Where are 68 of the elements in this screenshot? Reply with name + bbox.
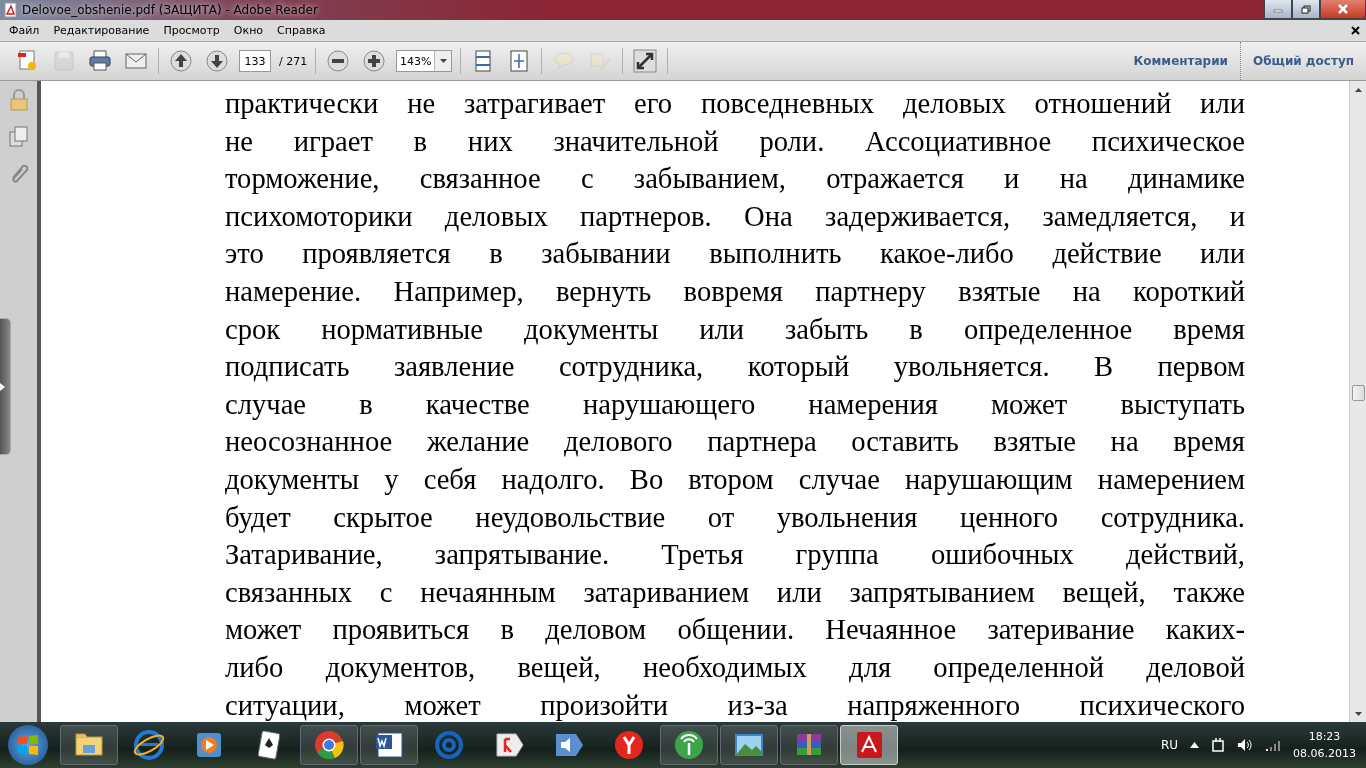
text-line: случае в качестве нарушающего намерения может выступать [225, 387, 1245, 422]
text-line: срок нормативные документы или забыть в определенное время [225, 312, 1245, 347]
start-button[interactable] [8, 725, 48, 765]
chrome-icon [312, 728, 346, 762]
text-line: неосознанное желание делового партнера оставить взятые на время [225, 425, 1245, 460]
panel-handle[interactable] [0, 318, 11, 455]
text-line: не играет в них значительной роли. Ассоциативное психическое [225, 124, 1245, 159]
text-line: торможение, связанное с забыванием, отражается и на динамике [225, 162, 1245, 197]
e-logo-icon [132, 728, 166, 762]
text-line: намерение. Например, вернуть вовремя партнеру взятые на короткий [225, 274, 1245, 309]
text-line: ситуации, может произойти из-за напряженного психического [225, 688, 1245, 722]
restore-icon [1301, 4, 1311, 14]
text-line: документы у себя надолго. Во втором случае нарушающим намерением [225, 462, 1245, 497]
antenna-icon [672, 728, 706, 762]
zoom-dropdown[interactable]: 143% [396, 50, 453, 72]
menu-item[interactable]: Просмотр [156, 24, 227, 37]
caret-icon [439, 59, 447, 63]
menu-item[interactable]: Файл [2, 24, 47, 37]
taskbar-button[interactable] [300, 725, 358, 765]
text-line: будет скрытое неудовольствие от увольнения ценного сотрудника. [225, 500, 1245, 535]
minus-icon [326, 49, 351, 73]
text-line: либо документов, вещей, необходимых для определенной деловой [225, 650, 1245, 685]
taskbar-button[interactable] [360, 725, 418, 765]
plus-icon [362, 49, 387, 73]
text-line: подписать заявление сотрудника, который увольняется. В первом [225, 350, 1245, 385]
full-screen-button[interactable] [631, 47, 660, 75]
minimize-button[interactable] [1264, 0, 1292, 19]
close-button[interactable] [1320, 0, 1366, 19]
text-line: может проявиться в деловом общении. Нечаянное затеривание каких- [225, 613, 1245, 648]
text-line: это проявляется в забывании выполнить какое-либо действие или [225, 237, 1245, 272]
menu-item[interactable]: Окно [226, 24, 271, 37]
taskbar-button[interactable] [720, 725, 778, 765]
pdf-file-icon [4, 2, 18, 18]
previous-page-button[interactable] [167, 47, 195, 75]
clock[interactable]: 18:23 08.06.2013 [1293, 728, 1356, 762]
next-page-button[interactable] [203, 47, 231, 75]
language-indicator[interactable]: RU [1160, 738, 1178, 752]
scrollbar[interactable] [1349, 81, 1366, 722]
expand-icon [633, 49, 658, 73]
triangle-right-icon [0, 382, 5, 391]
up-triangle-icon[interactable] [1190, 742, 1199, 748]
toolbar-link[interactable]: Комментарии [1121, 42, 1241, 80]
text-line: психомоторики деловых партнеров. Она задерживается, замедляется, и [225, 199, 1245, 234]
menu-item[interactable]: Справка [270, 24, 333, 37]
at-sign-icon [432, 728, 466, 762]
close-icon [1337, 4, 1349, 14]
power-plug-icon[interactable] [1211, 737, 1225, 753]
y-logo-icon [612, 728, 646, 762]
restore-button[interactable] [1292, 0, 1320, 19]
down-arrow-icon[interactable] [1354, 711, 1362, 716]
taskbar-button[interactable] [660, 725, 718, 765]
speaker-icon[interactable] [1237, 738, 1253, 752]
windows-logo-icon [17, 734, 39, 756]
toolbar-link[interactable]: Общий доступ [1240, 42, 1366, 80]
scrollbar-thumb[interactable] [1352, 385, 1365, 401]
pages-icon[interactable] [7, 125, 30, 147]
printer-icon [88, 49, 112, 73]
window-title: Delovoe_obshenie.pdf (ЗАЩИТА) - Adobe Reader [22, 3, 319, 17]
close-icon[interactable] [1351, 26, 1360, 35]
text-line: практически не затрагивает его повседневных деловых отношений или [225, 87, 1245, 121]
menu-item[interactable]: Редактирование [46, 24, 157, 37]
signal-bars-icon[interactable] [1265, 739, 1281, 751]
text-line: Затаривание, запрятывание. Третья группа ошибочных действий, [225, 538, 1245, 573]
taskbar-button[interactable] [60, 725, 118, 765]
up-arrow-icon[interactable] [1354, 87, 1362, 92]
text-line: связанных с нечаянным затариванием или запрятыванием вещей, также [225, 575, 1245, 610]
page-count: / 271 [279, 54, 308, 68]
page-number-field[interactable]: 133 [239, 50, 271, 72]
